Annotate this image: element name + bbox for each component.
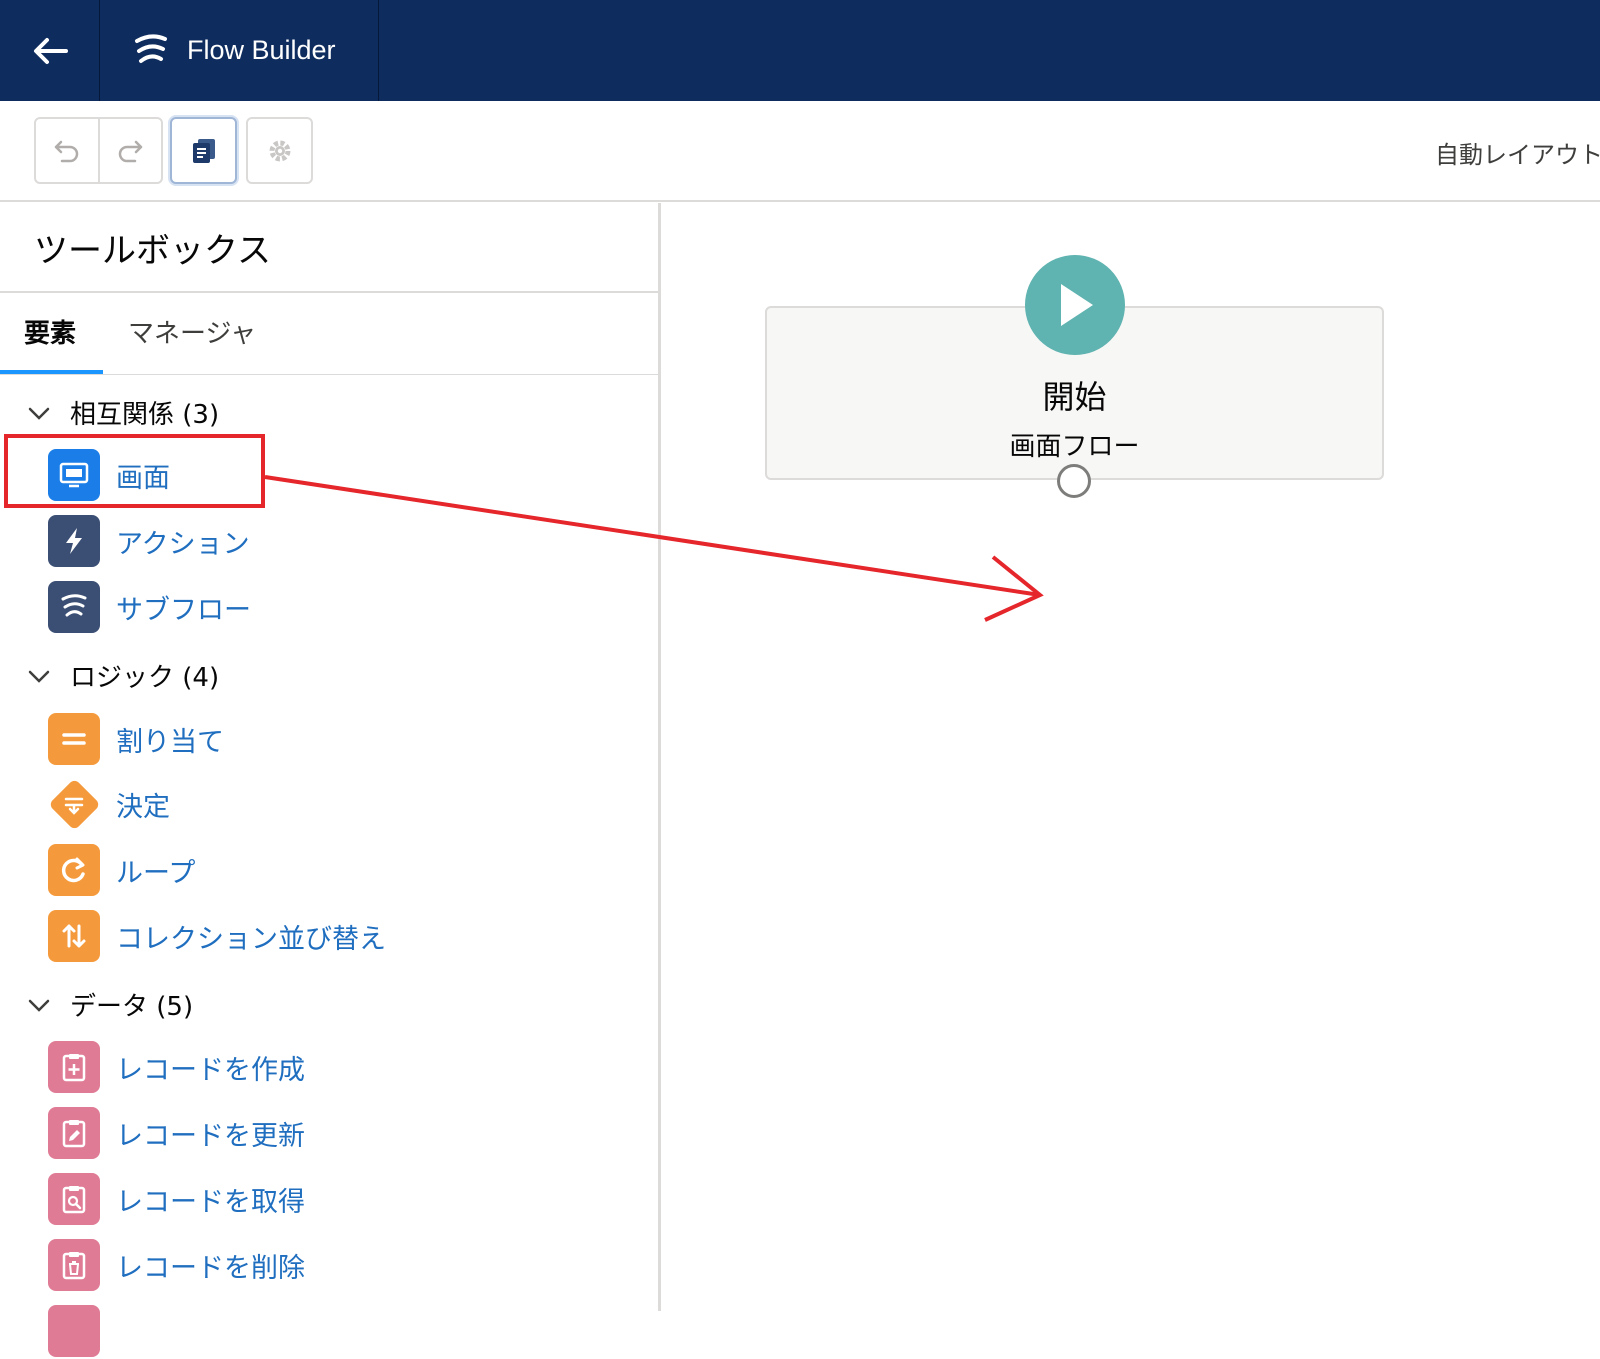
chevron-down-icon [28,407,50,420]
lightning-icon [48,515,100,567]
section-label: ロジック (4) [70,663,220,693]
start-element-title: 開始 [1042,378,1107,416]
redo-button[interactable] [97,119,162,182]
section-data[interactable]: データ (5) [24,986,193,1023]
item-label: ループ [116,857,196,889]
divider [0,291,661,293]
document-icon [192,138,215,163]
item-label: 割り当て [116,726,224,758]
section-label: 相互関係 (3) [70,400,220,430]
record-update-icon [48,1107,100,1159]
toolbox-item-decision[interactable]: 決定 [48,776,170,832]
undo-button[interactable] [36,119,98,182]
toolbox-item-update-records[interactable]: レコードを更新 [48,1105,305,1161]
connector-node[interactable] [1057,464,1091,498]
redo-icon [119,140,143,162]
sort-icon [48,910,100,962]
record-delete-icon [48,1239,100,1291]
play-icon [1061,284,1093,326]
toolbox-item-create-records[interactable]: レコードを作成 [48,1039,305,1095]
settings-button[interactable] [246,117,313,184]
properties-button[interactable] [170,117,237,184]
flow-logo-icon [135,33,167,63]
section-logic[interactable]: ロジック (4) [24,657,219,694]
tab-elements[interactable]: 要素 [24,313,76,350]
toolbox-item-action[interactable]: アクション [48,513,250,569]
back-arrow-icon [33,37,68,64]
toolbox-item-delete-records[interactable]: レコードを削除 [48,1237,305,1293]
toolbox-title: ツールボックス [34,231,271,271]
tab-manager[interactable]: マネージャ [128,313,256,350]
back-button[interactable] [0,0,100,101]
decision-icon [48,778,101,831]
toolbox-item-subflow[interactable]: サブフロー [48,579,251,635]
annotation-highlight [4,434,265,508]
item-label: 決定 [116,791,170,823]
section-label: データ (5) [70,992,194,1022]
undo-redo-group [34,117,163,184]
loop-icon [48,844,100,896]
undo-icon [54,140,78,162]
start-element-icon[interactable] [1025,255,1125,355]
item-label: レコードを作成 [116,1054,305,1086]
toolbox-item-partial[interactable] [48,1303,100,1359]
item-label: レコードを取得 [116,1186,305,1218]
toolbox-item-assignment[interactable]: 割り当て [48,711,224,767]
divider [0,374,661,375]
auto-layout-label[interactable]: 自動レイアウト [1435,135,1600,170]
toolbox-item-get-records[interactable]: レコードを取得 [48,1171,305,1227]
toolbox-item-collection-sort[interactable]: コレクション並び替え [48,908,386,964]
app-header: Flow Builder [0,0,1600,101]
item-label: コレクション並び替え [116,923,386,955]
chevron-down-icon [28,999,50,1012]
chevron-down-icon [28,670,50,683]
gear-icon [269,140,290,161]
toolbar: 自動レイアウト [0,101,1600,202]
record-icon [48,1305,100,1357]
record-lookup-icon [48,1173,100,1225]
item-label: レコードを更新 [116,1120,305,1152]
item-label: アクション [116,528,250,560]
equals-icon [48,713,100,765]
item-label: レコードを削除 [116,1252,305,1284]
toolbox-item-loop[interactable]: ループ [48,842,195,898]
app-title: Flow Builder [187,35,336,65]
flow-icon [48,581,100,633]
app-title-area: Flow Builder [101,0,379,101]
item-label: サブフロー [116,594,251,626]
section-interaction[interactable]: 相互関係 (3) [24,394,219,431]
record-create-icon [48,1041,100,1093]
start-element-subtitle: 画面フロー [1009,432,1140,462]
